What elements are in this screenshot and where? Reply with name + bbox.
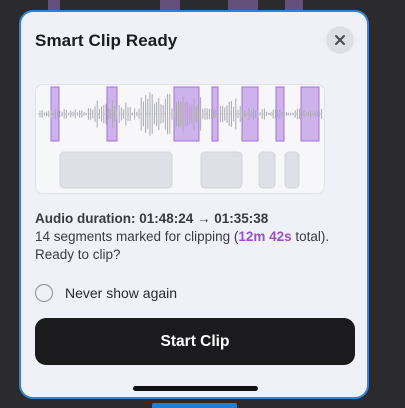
close-button[interactable]	[326, 26, 354, 54]
segment-block	[284, 151, 300, 189]
segment-blocks	[59, 151, 300, 189]
dialog-title: Smart Clip Ready	[35, 31, 178, 50]
clip-info: Audio duration: 01:48:24 → 01:35:38 14 s…	[35, 210, 360, 264]
background-tab-indicator	[152, 403, 237, 408]
never-show-again-option[interactable]: Never show again	[35, 282, 177, 304]
clip-summary: 14 segments marked for clipping (12m 42s…	[35, 228, 360, 264]
never-show-label: Never show again	[65, 285, 178, 301]
audio-duration: Audio duration: 01:48:24 → 01:35:38	[35, 211, 269, 226]
home-indicator	[133, 386, 258, 391]
segment-block	[258, 151, 276, 189]
clip-region	[173, 86, 200, 142]
clip-total-duration: 12m 42s	[238, 229, 292, 244]
close-icon	[335, 35, 345, 45]
segment-block	[59, 151, 173, 189]
summary-text: 14 segments marked for clipping (	[35, 229, 239, 244]
start-clip-button[interactable]: Start Clip	[35, 318, 355, 365]
waveform-graphic	[38, 86, 323, 189]
smart-clip-dialog: Smart Clip Ready Audio duration: 01:48:2…	[19, 10, 369, 399]
never-show-radio[interactable]	[35, 284, 53, 302]
segment-block	[200, 151, 243, 189]
waveform-preview	[35, 84, 325, 194]
